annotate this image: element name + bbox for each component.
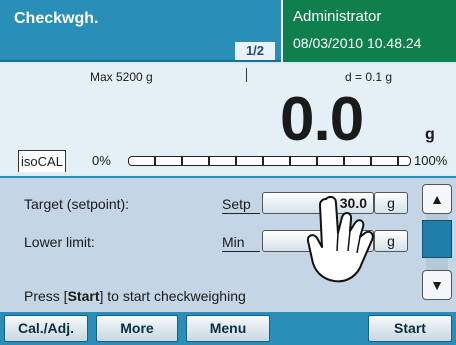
min-code: Min <box>222 234 245 250</box>
page-indicator[interactable]: 1/2 <box>235 42 275 60</box>
more-button[interactable]: More <box>96 315 178 342</box>
target-label: Target (setpoint): <box>24 196 130 212</box>
weight-value: 0.0 <box>280 85 364 154</box>
setp-underline <box>222 213 260 214</box>
weight-unit: g <box>425 126 435 143</box>
lower-limit-label: Lower limit: <box>24 234 95 250</box>
user-panel[interactable]: Administrator 08/03/2010 10.48.24 <box>281 0 456 62</box>
max-capacity: Max 5200 g <box>90 70 153 84</box>
date-time: 08/03/2010 10.48.24 <box>293 35 422 51</box>
bargraph-max-label: 100% <box>414 153 448 168</box>
min-underline <box>222 251 260 252</box>
menu-button[interactable]: Menu <box>186 315 270 342</box>
hand-pointer-icon <box>306 195 374 283</box>
setp-code: Setp <box>222 196 251 212</box>
cal-adj-button[interactable]: Cal./Adj. <box>4 315 88 342</box>
iso-cal-tab[interactable]: isoCAL <box>18 150 66 172</box>
readability: d = 0.1 g <box>345 70 393 84</box>
app-title: Checkwgh. <box>14 10 99 27</box>
scroll-thumb[interactable] <box>422 220 452 258</box>
start-hint: Press [Start] to start checkweighing <box>24 288 246 304</box>
bargraph-min-label: 0% <box>92 153 111 168</box>
header-bar: Checkwgh. 1/2 Administrator 08/03/2010 1… <box>0 0 456 62</box>
scroll-down-button[interactable]: ▼ <box>422 270 452 300</box>
scroll-up-button[interactable]: ▲ <box>422 184 452 214</box>
tick-mark <box>246 68 247 82</box>
bargraph <box>128 156 411 166</box>
softkey-bar: Cal./Adj. More Menu Start <box>0 312 456 345</box>
weight-display: Max 5200 g d = 0.1 g 0.0 g isoCAL 0% 100… <box>0 64 456 174</box>
start-button[interactable]: Start <box>368 315 452 342</box>
user-name: Administrator <box>293 8 382 25</box>
